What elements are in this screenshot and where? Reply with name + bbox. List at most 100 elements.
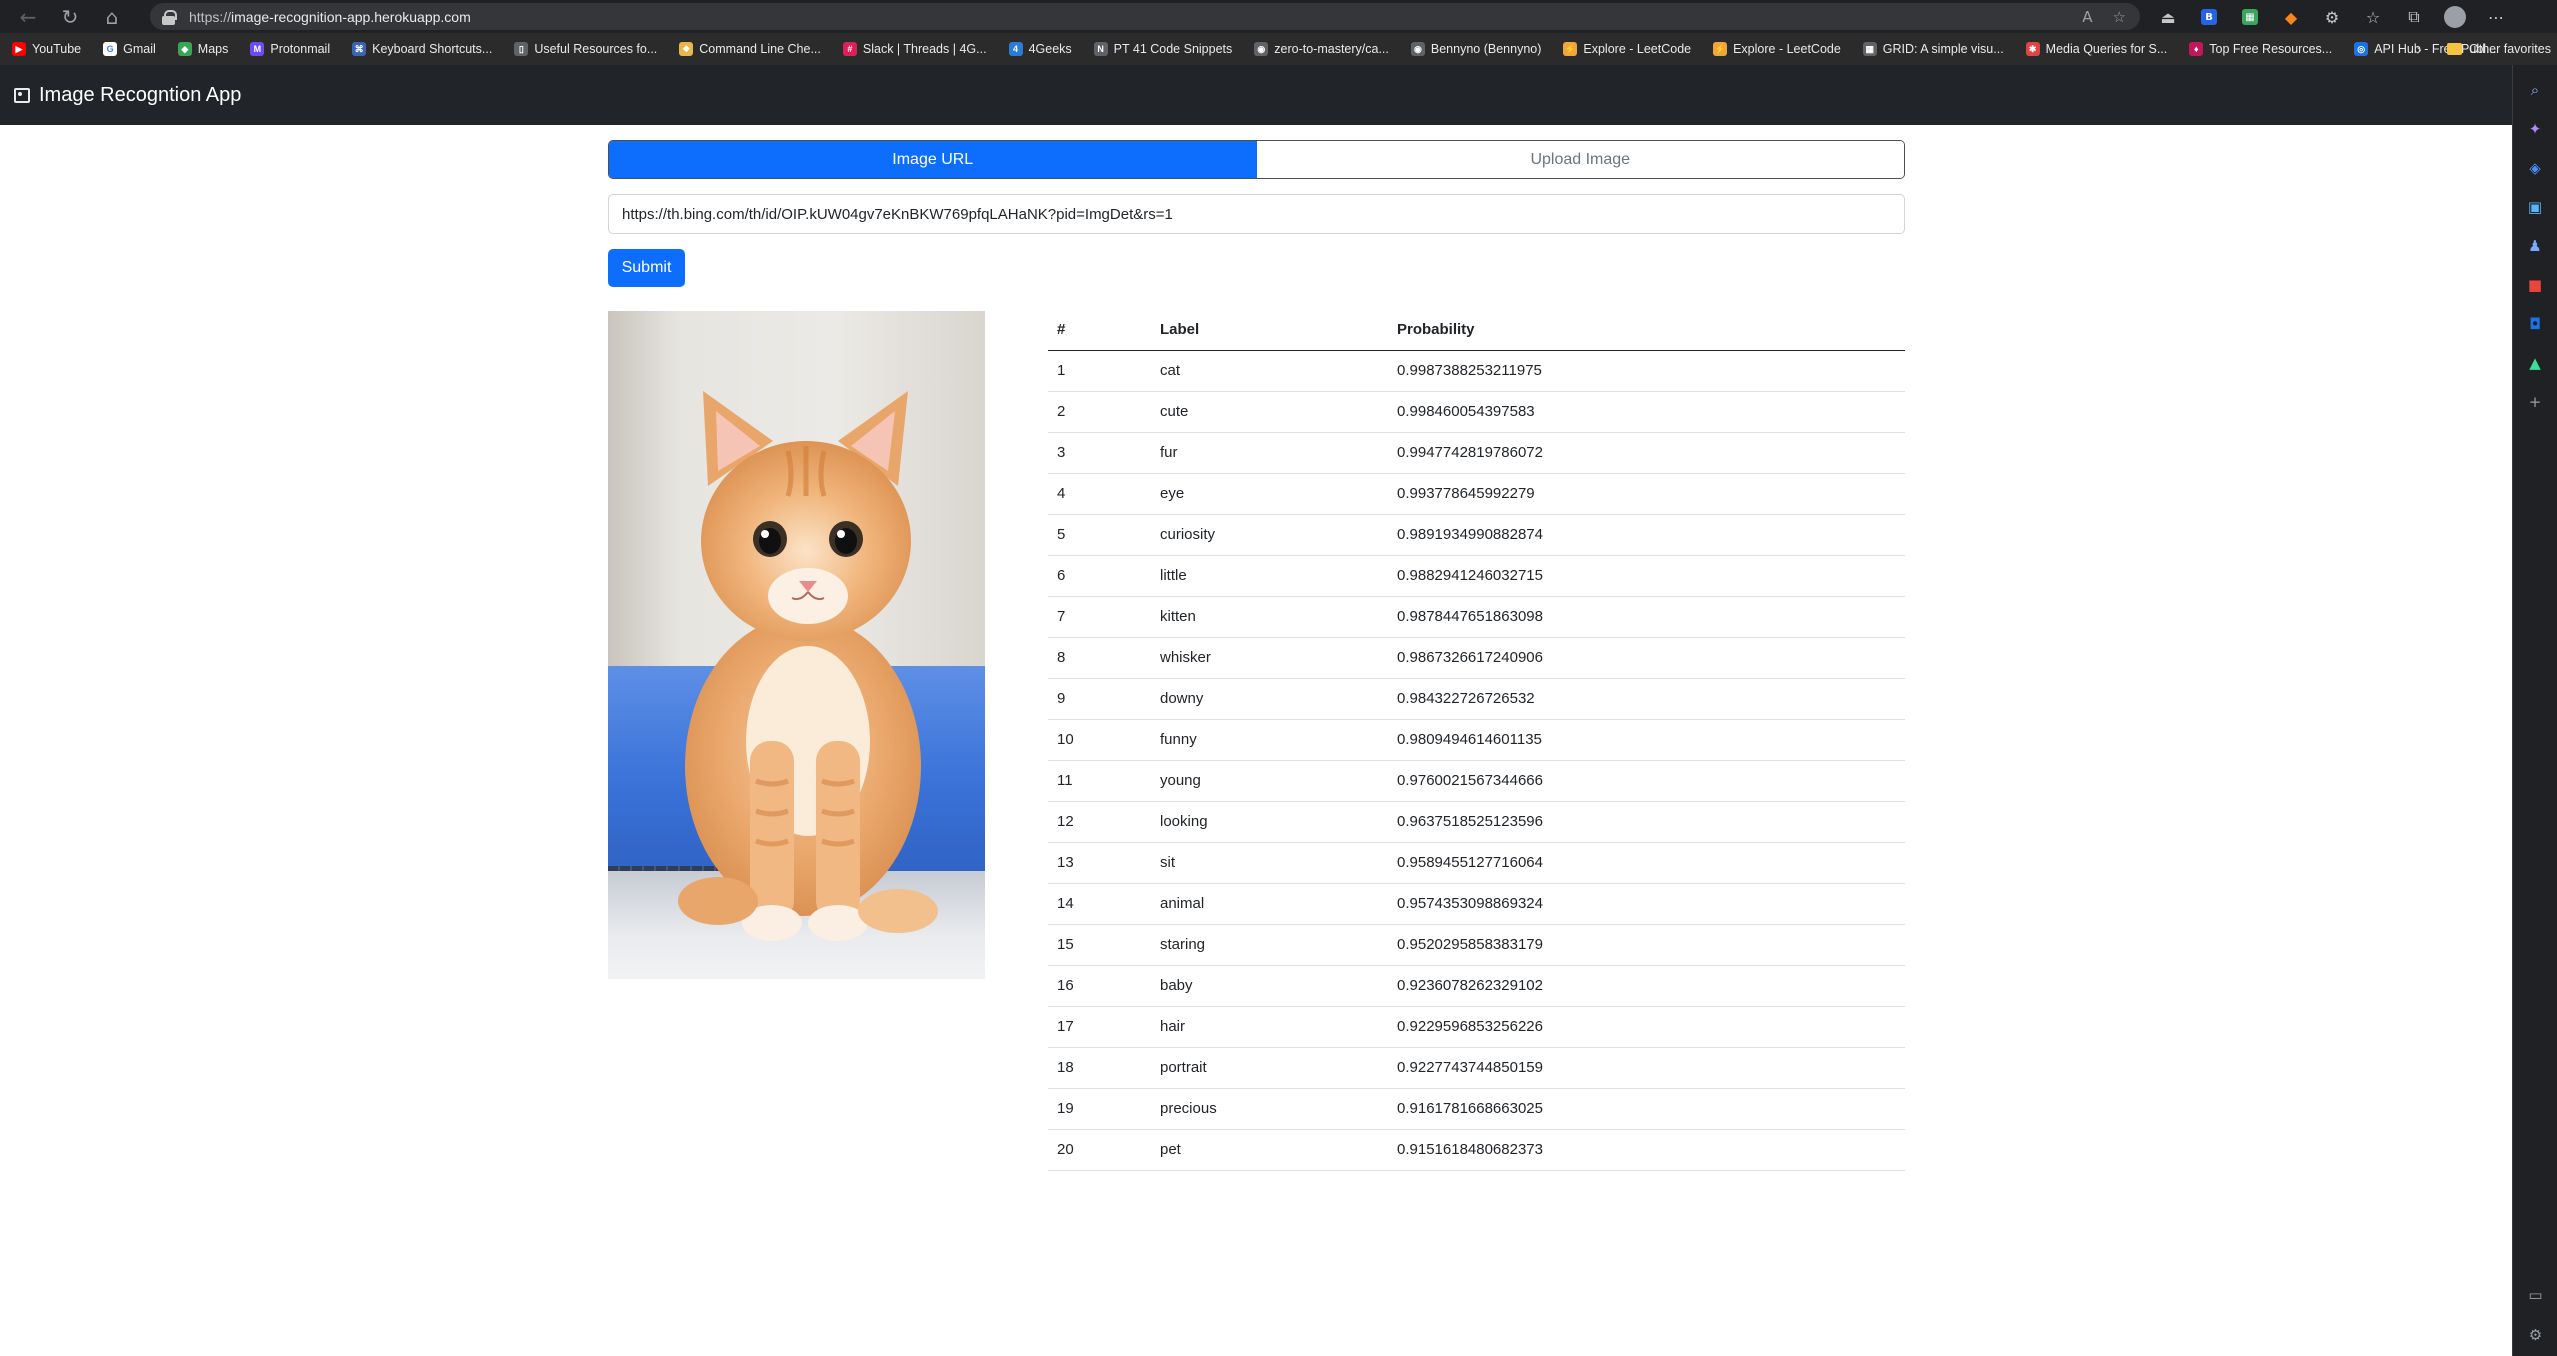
bookmark-favicon-icon: 4 [1008,42,1023,56]
column-header-label: Label [1151,310,1388,351]
bookmark-label: PT 41 Code Snippets [1113,42,1233,56]
bookmark-item[interactable]: ◉ Bennyno (Bennyno) [1410,42,1541,56]
tab-image-url[interactable]: Image URL [609,141,1257,178]
cell-probability: 0.9987388253211975 [1388,350,1905,392]
table-row: 3 fur 0.9947742819786072 [1048,432,1905,474]
profile-avatar[interactable] [2442,4,2468,30]
bookmark-label: Slack | Threads | 4G... [862,42,987,56]
bookmark-item[interactable]: ▶ YouTube [12,42,81,56]
reload-button[interactable]: ↻ [56,3,84,31]
bookmark-item[interactable]: # Slack | Threads | 4G... [842,42,987,56]
bookmark-label: Explore - LeetCode [1733,42,1841,56]
bookmark-favicon-icon: ❖ [679,42,694,56]
favorites-icon[interactable]: ☆ [2360,4,2386,30]
cell-rank: 4 [1048,473,1151,515]
bookmark-item[interactable]: ✱ Media Queries for S... [2025,42,2168,56]
tab-upload-image[interactable]: Upload Image [1256,141,1904,178]
cell-rank: 19 [1048,1088,1151,1130]
bookmarks-bar: ▶ YouTube G Gmail ◆ Maps M Protonmail ⌘ Keyboard … [0,33,2557,65]
cell-probability: 0.9760021567344666 [1388,760,1905,802]
settings-gear-icon[interactable]: ⚙ [2525,1324,2547,1346]
bookmark-item[interactable]: ⚡ Explore - LeetCode [1563,42,1691,56]
input-mode-tabs: Image URL Upload Image [608,140,1905,179]
bookmark-item[interactable]: ▦ GRID: A simple visu... [1862,42,2004,56]
cell-probability: 0.9882941246032715 [1388,555,1905,597]
extension-icon[interactable]: ▦ [2242,9,2258,25]
extension-icon[interactable]: ⏏ [2155,4,2181,30]
bookmark-label: Top Free Resources... [2209,42,2333,56]
cell-rank: 6 [1048,555,1151,597]
cell-label: staring [1151,924,1388,966]
cell-label: baby [1151,965,1388,1007]
bookmark-label: 4Geeks [1028,42,1072,56]
bookmark-label: Keyboard Shortcuts... [372,42,493,56]
bookmark-item[interactable]: N PT 41 Code Snippets [1093,42,1233,56]
bookmark-item[interactable]: ▯ Useful Resources fo... [514,42,657,56]
cell-rank: 2 [1048,391,1151,433]
more-menu-icon[interactable]: ⋯ [2483,4,2509,30]
bookmark-item[interactable]: ♦ Top Free Resources... [2189,42,2332,56]
results-table: # Label Probability 1 cat 0.99873882532119… [1048,310,1905,1171]
games-icon[interactable]: ♟ [2524,235,2546,257]
cell-label: little [1151,555,1388,597]
cell-rank: 1 [1048,350,1151,392]
bookmarks-overflow-chevron-icon[interactable]: › [2416,33,2422,65]
bookmark-favicon-icon: ⌘ [352,42,367,56]
extensions-puzzle-icon[interactable]: ⚙ [2319,4,2345,30]
split-screen-icon[interactable]: ▭ [2525,1284,2547,1306]
bookmark-item[interactable]: M Protonmail [250,42,330,56]
bookmark-favicon-icon: # [842,42,857,56]
app-navbar: Image Recogntion App [0,65,2512,125]
submit-button[interactable]: Submit [608,249,685,287]
office-icon[interactable]: ■ [2524,274,2546,296]
read-aloud-icon[interactable]: A [2082,8,2092,26]
cell-label: funny [1151,719,1388,761]
bookmark-favicon-icon: ♦ [2189,42,2204,56]
tools-icon[interactable]: ▣ [2524,196,2546,218]
bookmark-item[interactable]: G Gmail [103,42,156,56]
cell-label: sit [1151,842,1388,884]
browser-toolbar: ← ↻ ⌂ https://image-recognition-app.hero… [0,0,2557,33]
home-button[interactable]: ⌂ [98,3,126,31]
image-url-input[interactable] [608,194,1905,234]
bookmark-item[interactable]: ⌘ Keyboard Shortcuts... [352,42,492,56]
add-favorite-icon[interactable]: ☆ [2113,8,2126,26]
address-url: https://image-recognition-app.herokuapp.… [189,8,471,25]
bookmark-item[interactable]: ◉ zero-to-mastery/ca... [1254,42,1389,56]
cell-rank: 5 [1048,514,1151,556]
bookmark-item[interactable]: ◆ Maps [177,42,228,56]
address-bar[interactable]: https://image-recognition-app.herokuapp.… [150,3,2140,30]
add-icon[interactable]: + [2524,391,2546,413]
folder-icon [2447,43,2462,55]
bookmark-item[interactable]: ⚡ Explore - LeetCode [1713,42,1841,56]
collections-icon[interactable]: ⧉ [2401,4,2427,30]
app-title[interactable]: Image Recogntion App [39,84,241,107]
shopping-icon[interactable]: ◈ [2524,157,2546,179]
search-icon[interactable]: ⌕ [2524,79,2546,101]
bookmark-favicon-icon: N [1093,42,1108,56]
bookmark-item[interactable]: 4 4Geeks [1008,42,1072,56]
cell-probability: 0.9878447651863098 [1388,596,1905,638]
metamask-icon[interactable]: ◆ [2278,4,2304,30]
drop-icon[interactable]: ▲ [2524,352,2546,374]
cell-probability: 0.9151618480682373 [1388,1129,1905,1171]
bookmark-item[interactable]: ❖ Command Line Che... [679,42,821,56]
bookmark-favicon-icon: ◆ [177,42,192,56]
cell-rank: 13 [1048,842,1151,884]
table-row: 11 young 0.9760021567344666 [1048,760,1905,802]
cell-probability: 0.9229596853256226 [1388,1006,1905,1048]
cell-label: hair [1151,1006,1388,1048]
bookmark-favicon-icon: ◉ [1254,42,1269,56]
table-row: 19 precious 0.9161781668663025 [1048,1088,1905,1130]
other-favorites-folder[interactable]: Other favorites [2447,33,2551,65]
outlook-icon[interactable]: ◘ [2524,313,2546,335]
cell-probability: 0.984322726726532 [1388,678,1905,720]
cell-probability: 0.9589455127716064 [1388,842,1905,884]
bookmark-label: Media Queries for S... [2045,42,2168,56]
bookmark-label: Command Line Che... [699,42,821,56]
bookmark-label: zero-to-mastery/ca... [1274,42,1389,56]
table-row: 8 whisker 0.9867326617240906 [1048,637,1905,679]
extension-icon[interactable]: B [2201,9,2217,25]
back-button[interactable]: ← [14,3,42,31]
copilot-icon[interactable]: ✦ [2524,118,2546,140]
